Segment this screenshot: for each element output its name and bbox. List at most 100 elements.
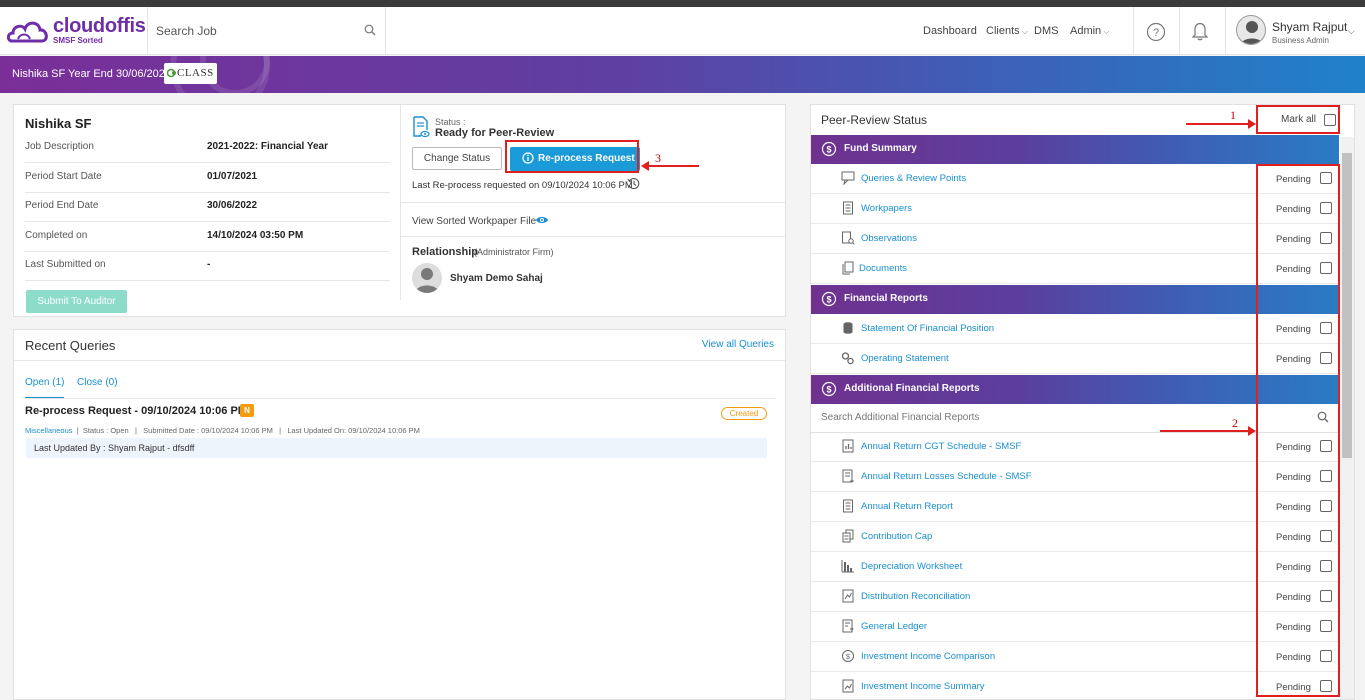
- money-compare-icon: $: [842, 650, 854, 662]
- top-strip: [0, 0, 1365, 7]
- status-label: Status :: [435, 117, 466, 127]
- nav-admin-label: Admin: [1070, 25, 1102, 37]
- job-details-card: Nishika SF Job Description 2021-2022: Fi…: [13, 104, 786, 317]
- history-icon[interactable]: [627, 177, 641, 191]
- detail-value: 2021-2022: Financial Year: [207, 141, 329, 152]
- detail-value: -: [207, 259, 211, 270]
- annotation-number: 2: [1232, 416, 1238, 430]
- divider: [401, 202, 786, 203]
- search-icon[interactable]: [364, 24, 376, 36]
- peer-item-link[interactable]: Workpapers: [861, 203, 912, 214]
- meta-separator: |: [130, 426, 144, 435]
- chevron-down-icon: ⌵: [1101, 27, 1110, 36]
- bar-chart-down-icon: [841, 560, 854, 573]
- query-updated-date: Last Updated On: 09/10/2024 10:06 PM: [287, 426, 420, 435]
- annotation-number: 1: [1230, 108, 1236, 122]
- annotation-number: 3: [655, 151, 661, 165]
- peer-item-link[interactable]: General Ledger: [861, 621, 927, 632]
- nav-dashboard[interactable]: Dashboard: [923, 25, 977, 37]
- peer-item-link[interactable]: Statement Of Financial Position: [861, 323, 994, 334]
- top-navbar: cloudoffis SMSF Sorted Search Job Dashbo…: [0, 7, 1365, 55]
- status-value: Ready for Peer-Review: [435, 127, 555, 139]
- tab-close[interactable]: Close (0): [77, 377, 118, 388]
- tab-open[interactable]: Open (1): [25, 377, 65, 399]
- user-name[interactable]: Shyam Rajput: [1272, 20, 1347, 34]
- query-last-updated: Last Updated By : Shyam Rajput - dfsdff: [26, 438, 767, 458]
- query-status: Status : Open: [82, 426, 129, 435]
- report-chart-icon: [842, 589, 854, 603]
- detail-label: Completed on: [25, 230, 88, 241]
- nav-clients[interactable]: Clients ⌵: [986, 25, 1028, 37]
- peer-item-link[interactable]: Distribution Reconciliation: [861, 591, 970, 602]
- user-icon: [1240, 21, 1264, 44]
- peer-item-link[interactable]: Operating Statement: [861, 353, 949, 364]
- meta-separator: |: [74, 426, 83, 435]
- search-additional-reports-input[interactable]: Search Additional Financial Reports: [821, 412, 979, 423]
- gears-icon: [841, 352, 854, 365]
- peer-item-link[interactable]: Investment Income Summary: [861, 681, 985, 692]
- query-title[interactable]: Re-process Request - 09/10/2024 10:06 PM: [25, 405, 247, 417]
- query-last-updated-text: Last Updated By : Shyam Rajput - dfsdff: [34, 443, 195, 453]
- peer-item-link[interactable]: Annual Return Report: [861, 501, 953, 512]
- peer-item-link[interactable]: Observations: [861, 233, 917, 244]
- peer-item-link[interactable]: Documents: [859, 263, 907, 274]
- user-role: Business Admin: [1272, 36, 1329, 45]
- avatar[interactable]: [1236, 15, 1266, 45]
- svg-text:$: $: [826, 145, 831, 155]
- section-header-fund-summary[interactable]: $ Fund Summary: [811, 135, 1339, 164]
- help-icon[interactable]: ?: [1146, 22, 1166, 42]
- annotation-box-mark-all: [1256, 105, 1340, 134]
- peer-item-link[interactable]: Contribution Cap: [861, 531, 932, 542]
- detail-value: 30/06/2022: [207, 200, 258, 211]
- svg-text:$: $: [826, 295, 831, 305]
- query-meta: Miscellaneous | Status : Open | Submitte…: [25, 426, 420, 435]
- avatar: [412, 263, 442, 293]
- peer-item-link[interactable]: Investment Income Comparison: [861, 651, 995, 662]
- relationship-title: Relationship: [412, 246, 479, 258]
- change-status-button[interactable]: Change Status: [412, 147, 502, 170]
- report-chart-icon: [842, 679, 854, 693]
- svg-text:$: $: [846, 654, 850, 661]
- peer-item-link[interactable]: Annual Return Losses Schedule - SMSF: [861, 471, 1032, 482]
- chat-icon: [841, 171, 855, 185]
- bell-icon[interactable]: [1191, 21, 1209, 41]
- view-sorted-workpaper-link[interactable]: View Sorted Workpaper File: [412, 216, 536, 227]
- user-icon: [415, 268, 439, 293]
- peer-item-link[interactable]: Annual Return CGT Schedule - SMSF: [861, 441, 1021, 452]
- eye-icon[interactable]: [535, 215, 549, 225]
- annotation-box-reprocess: [505, 140, 639, 173]
- section-title: Fund Summary: [844, 143, 917, 154]
- submit-to-auditor-button[interactable]: Submit To Auditor: [26, 290, 127, 313]
- brand-logo[interactable]: cloudoffis SMSF Sorted: [6, 15, 146, 49]
- search-job-input[interactable]: Search Job: [156, 24, 217, 38]
- section-title: Additional Financial Reports: [844, 383, 980, 394]
- money-gear-icon: $: [821, 381, 837, 397]
- arrow-head: [1248, 119, 1256, 129]
- detail-row-period-end: Period End Date 30/06/2022: [25, 192, 390, 222]
- detail-label: Job Description: [25, 141, 94, 152]
- recent-queries-card: Recent Queries View all Queries Open (1)…: [13, 329, 786, 700]
- peer-item-link[interactable]: Depreciation Worksheet: [861, 561, 962, 572]
- scrollbar-thumb[interactable]: [1342, 153, 1352, 458]
- scrollbar[interactable]: [1340, 137, 1354, 699]
- cloud-logo-icon: [6, 21, 48, 43]
- detail-label: Period End Date: [25, 200, 99, 211]
- nav-clients-label: Clients: [986, 25, 1020, 37]
- ledger-icon: [842, 619, 854, 633]
- nav-dms[interactable]: DMS: [1034, 25, 1058, 37]
- detail-label: Period Start Date: [25, 171, 102, 182]
- peer-item-link[interactable]: Queries & Review Points: [861, 173, 966, 184]
- annotation-arrow: [1186, 119, 1256, 129]
- nav-admin[interactable]: Admin ⌵: [1070, 25, 1109, 37]
- chevron-down-icon[interactable]: ⌵: [1348, 26, 1355, 37]
- chevron-down-icon: ⌵: [1019, 27, 1028, 36]
- detail-value: 01/07/2021: [207, 171, 258, 182]
- class-logo: CLASS: [164, 63, 217, 84]
- job-banner: Nishika SF Year End 30/06/2022 CLASS: [0, 56, 1365, 93]
- stacked-documents-icon: [842, 529, 854, 543]
- view-all-queries-link[interactable]: View all Queries: [702, 339, 774, 350]
- divider: [147, 7, 148, 55]
- class-logo-text: CLASS: [177, 67, 214, 79]
- peer-review-title: Peer-Review Status: [821, 113, 928, 127]
- query-category[interactable]: Miscellaneous: [25, 426, 73, 435]
